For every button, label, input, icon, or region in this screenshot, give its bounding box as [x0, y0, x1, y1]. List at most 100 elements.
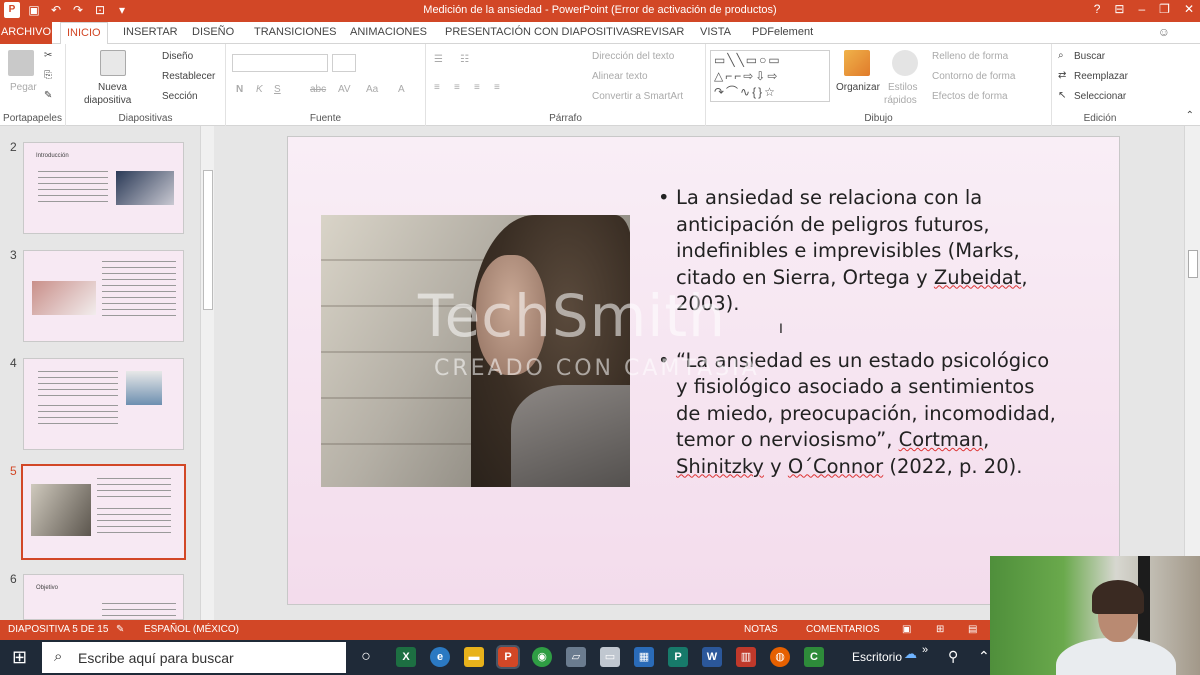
tab-diseno[interactable]: DISEÑO	[192, 26, 234, 38]
maximize-icon[interactable]: ❐	[1159, 2, 1170, 16]
current-slide[interactable]: La ansiedad se relaciona con la anticipa…	[287, 136, 1120, 605]
tab-presentacion[interactable]: PRESENTACIÓN CON DIAPOSITIVAS	[445, 26, 637, 38]
tab-transiciones[interactable]: TRANSICIONES	[254, 26, 337, 38]
smartart-button[interactable]: Convertir a SmartArt	[592, 91, 683, 102]
font-name-input[interactable]	[232, 54, 328, 72]
reset-button[interactable]: Restablecer	[162, 71, 215, 82]
publisher-icon[interactable]: P	[668, 647, 688, 667]
excel-icon[interactable]: X	[396, 647, 416, 667]
new-slide-label-2[interactable]: diapositiva	[84, 95, 131, 106]
select-button[interactable]: Seleccionar	[1074, 91, 1126, 102]
slide-photo[interactable]	[321, 215, 630, 487]
tab-vista[interactable]: VISTA	[700, 26, 731, 38]
minimize-icon[interactable]: –	[1138, 2, 1145, 16]
shape-outline-button[interactable]: Contorno de forma	[932, 71, 1015, 82]
bullets-icon[interactable]: ☰	[434, 54, 443, 65]
notes-app-icon[interactable]: ▭	[600, 647, 620, 667]
numbering-icon[interactable]: ☷	[460, 54, 469, 65]
pdf-app-icon[interactable]: ▥	[736, 647, 756, 667]
strikethrough-button[interactable]: abc	[310, 84, 326, 95]
close-icon[interactable]: ✕	[1184, 2, 1194, 16]
ribbon-display-icon[interactable]: ⊟	[1114, 2, 1124, 16]
desktop-label[interactable]: Escritorio	[852, 650, 902, 664]
help-button[interactable]: ?	[1094, 2, 1101, 16]
chrome-icon[interactable]: ◉	[532, 647, 552, 667]
replace-button[interactable]: Reemplazar	[1074, 71, 1128, 82]
new-slide-label[interactable]: Nueva	[98, 82, 127, 93]
quick-styles-icon[interactable]	[892, 50, 918, 76]
file-explorer-icon[interactable]: ▬	[464, 647, 484, 667]
quick-styles-label-2[interactable]: rápidos	[884, 95, 917, 106]
bold-button[interactable]: N	[236, 84, 243, 95]
change-case-button[interactable]: Aa	[366, 84, 378, 95]
section-button[interactable]: Sección	[162, 91, 198, 102]
windows-start-icon[interactable]: ⊞	[12, 647, 27, 668]
store-icon[interactable]: ▦	[634, 647, 654, 667]
arrange-icon[interactable]	[844, 50, 870, 76]
quick-styles-label[interactable]: Estilos	[888, 82, 917, 93]
word-icon[interactable]: W	[702, 647, 722, 667]
taskbar-search-box[interactable]: ⌕ Escribe aquí para buscar	[42, 642, 346, 673]
slide-thumbnail-2[interactable]: Introducción	[23, 142, 184, 234]
font-size-input[interactable]	[332, 54, 356, 72]
format-painter-icon[interactable]: ✎	[44, 90, 52, 101]
account-icon[interactable]: ☺	[1158, 25, 1170, 39]
notes-button[interactable]: NOTAS	[744, 624, 778, 635]
powerpoint-taskbar-icon[interactable]: P	[496, 645, 520, 669]
tab-insertar[interactable]: INSERTAR	[123, 26, 178, 38]
paste-button[interactable]: Pegar	[10, 82, 37, 93]
more-icon[interactable]: »	[922, 644, 928, 656]
tab-revisar[interactable]: REVISAR	[636, 26, 684, 38]
firefox-icon[interactable]: ◍	[770, 647, 790, 667]
scanner-icon[interactable]: ▱	[566, 647, 586, 667]
shapes-gallery[interactable]: ▭╲╲▭○▭ △⌐⌐⇨⇩⇨ ↷⌒∿{}☆	[710, 50, 830, 102]
spellcheck-icon[interactable]: ✎	[116, 624, 124, 635]
paste-icon[interactable]	[8, 50, 34, 76]
tab-inicio[interactable]: INICIO	[60, 22, 108, 45]
slide-thumbnail-3[interactable]	[23, 250, 184, 342]
slide-thumbnail-4[interactable]	[23, 358, 184, 450]
thumbnail-scroll-thumb[interactable]	[203, 170, 213, 310]
italic-button[interactable]: K	[256, 84, 263, 95]
comments-button[interactable]: COMENTARIOS	[806, 624, 880, 635]
tab-archivo[interactable]: ARCHIVO	[0, 22, 52, 44]
underline-button[interactable]: S	[274, 84, 281, 95]
align-text-button[interactable]: Alinear texto	[592, 71, 648, 82]
justify-icon[interactable]: ≡	[494, 82, 500, 93]
tab-pdfelement[interactable]: PDFelement	[752, 26, 813, 38]
people-icon[interactable]: ⚲	[948, 648, 958, 665]
camtasia-icon[interactable]: C	[804, 647, 824, 667]
text-cursor-icon: I	[779, 320, 783, 336]
tab-animaciones[interactable]: ANIMACIONES	[350, 26, 427, 38]
align-left-icon[interactable]: ≡	[434, 82, 440, 93]
task-view-icon[interactable]: ○	[356, 647, 376, 667]
tray-chevron-icon[interactable]: ⌃	[978, 648, 990, 665]
slide-scroll-thumb[interactable]	[1188, 250, 1198, 278]
bullet-text: “La ansiedad es un estado psicológico y …	[676, 348, 1056, 452]
cut-icon[interactable]: ✂	[44, 50, 52, 61]
text-direction-button[interactable]: Dirección del texto	[592, 51, 674, 62]
align-right-icon[interactable]: ≡	[474, 82, 480, 93]
collapse-ribbon-icon[interactable]: ⌃	[1186, 110, 1194, 121]
new-slide-icon[interactable]	[100, 50, 126, 76]
language-indicator[interactable]: ESPAÑOL (MÉXICO)	[144, 624, 239, 635]
slide-thumbnail-5-selected[interactable]	[21, 464, 186, 560]
layout-button[interactable]: Diseño	[162, 51, 193, 62]
onedrive-icon[interactable]: ☁	[904, 646, 917, 662]
copy-icon[interactable]: ⎘	[44, 70, 52, 81]
align-center-icon[interactable]: ≡	[454, 82, 460, 93]
thumbnail-scrollbar[interactable]	[200, 126, 214, 620]
slide-scrollbar[interactable]	[1184, 126, 1200, 620]
slide-sorter-icon[interactable]: ⊞	[936, 624, 944, 635]
slide-thumbnail-6[interactable]: Objetivo	[23, 574, 184, 620]
spacing-button[interactable]: AV	[338, 84, 351, 95]
shape-fill-button[interactable]: Relleno de forma	[932, 51, 1008, 62]
slide-text-box[interactable]: La ansiedad se relaciona con la anticipa…	[658, 185, 1058, 508]
arrange-button[interactable]: Organizar	[836, 82, 880, 93]
normal-view-icon[interactable]: ▣	[902, 624, 911, 635]
reading-view-icon[interactable]: ▤	[968, 624, 977, 635]
find-button[interactable]: Buscar	[1074, 51, 1105, 62]
font-color-button[interactable]: A	[398, 84, 405, 95]
shape-effects-button[interactable]: Efectos de forma	[932, 91, 1008, 102]
browser-icon[interactable]: e	[430, 647, 450, 667]
